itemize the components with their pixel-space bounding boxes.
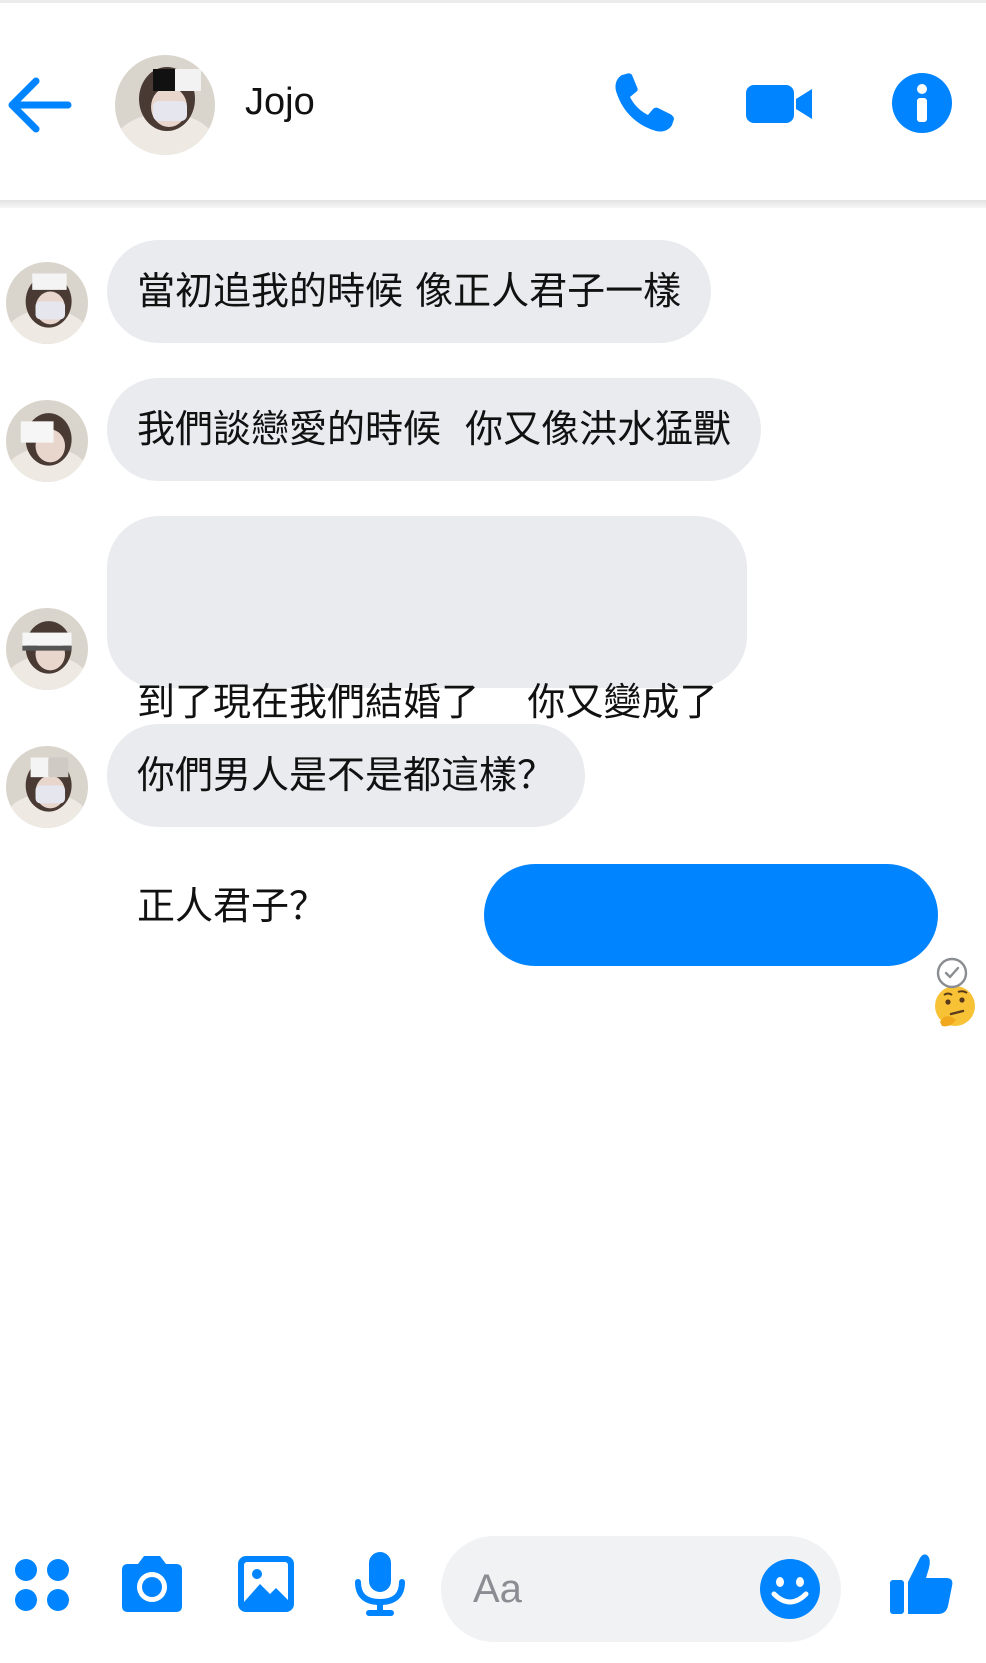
sender-avatar[interactable] bbox=[6, 262, 88, 344]
phone-icon[interactable] bbox=[606, 65, 682, 141]
back-arrow-icon[interactable] bbox=[0, 63, 80, 143]
message-composer[interactable] bbox=[441, 1536, 841, 1642]
incoming-message[interactable]: 當初追我的時候 像正人君子一樣 bbox=[107, 240, 712, 343]
incoming-message[interactable]: 你們男人是不是都這樣？ bbox=[107, 724, 586, 827]
image-icon[interactable] bbox=[228, 1546, 304, 1622]
sent-check-icon bbox=[935, 956, 969, 990]
incoming-message[interactable]: 我們談戀愛的時候 你又像洪水猛獸 bbox=[107, 378, 762, 481]
info-icon[interactable] bbox=[884, 65, 960, 141]
message-input[interactable] bbox=[473, 1560, 743, 1618]
contact-name[interactable]: Jojo bbox=[245, 81, 315, 124]
header-divider bbox=[0, 200, 986, 208]
contact-avatar[interactable] bbox=[115, 55, 215, 155]
sender-avatar[interactable] bbox=[6, 746, 88, 828]
thinking-face-emoji bbox=[860, 864, 976, 1027]
outgoing-message-text: 考完試了誰還會看書 bbox=[515, 1089, 858, 1133]
sender-avatar[interactable] bbox=[6, 608, 88, 690]
conversation-header: Jojo bbox=[0, 0, 986, 202]
apps-grid-icon[interactable] bbox=[6, 1546, 82, 1622]
camera-icon[interactable] bbox=[114, 1546, 190, 1622]
thumbs-up-icon[interactable] bbox=[884, 1546, 960, 1622]
incoming-message-multiline[interactable]: 到了現在我們結婚了 你又變成了 正人君子？ bbox=[107, 516, 748, 928]
outgoing-message[interactable]: 考完試了誰還會看書 bbox=[483, 864, 976, 1133]
microphone-icon[interactable] bbox=[342, 1546, 418, 1622]
smiley-icon[interactable] bbox=[757, 1556, 823, 1622]
video-camera-icon[interactable] bbox=[742, 65, 818, 141]
sender-avatar[interactable] bbox=[6, 400, 88, 482]
